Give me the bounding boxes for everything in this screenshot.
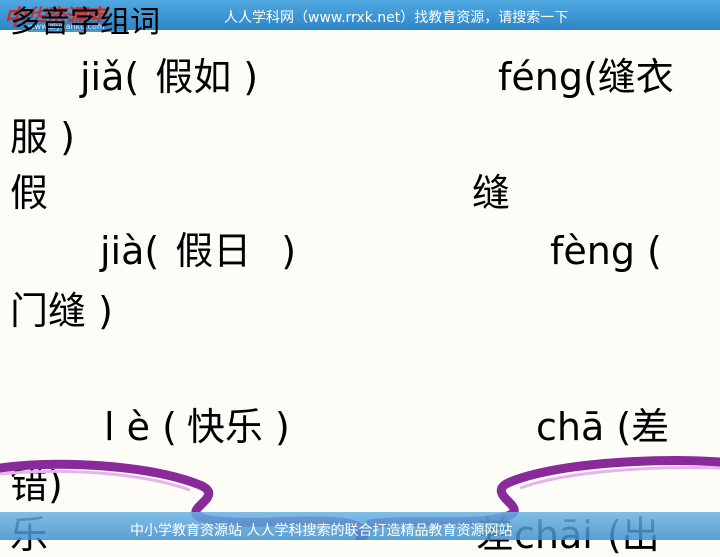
polyphone-char-jia: 假 [10,171,49,215]
footer-text: 中小学教育资源站 人人学科搜索的联合打造精品教育资源网站 [130,523,513,539]
menfeng-tail: 门缝 ) [10,289,113,333]
fuzhuang-tail: 服 ) [10,115,75,159]
pinyin-jia3: jiǎ(假如) [80,55,259,99]
pinyin-jia4: jià(假日) [100,229,297,273]
polyphone-char-feng: 缝 [472,171,511,215]
pinyin-feng2: féng(缝衣 [498,55,674,99]
site-banner-text: 人人学科网（www.rrxk.net）找教育资源，请搜索一下 [224,10,569,26]
pinyin-feng4: fèng ( [550,229,662,273]
slide-title: 多音字组词 [10,5,160,40]
